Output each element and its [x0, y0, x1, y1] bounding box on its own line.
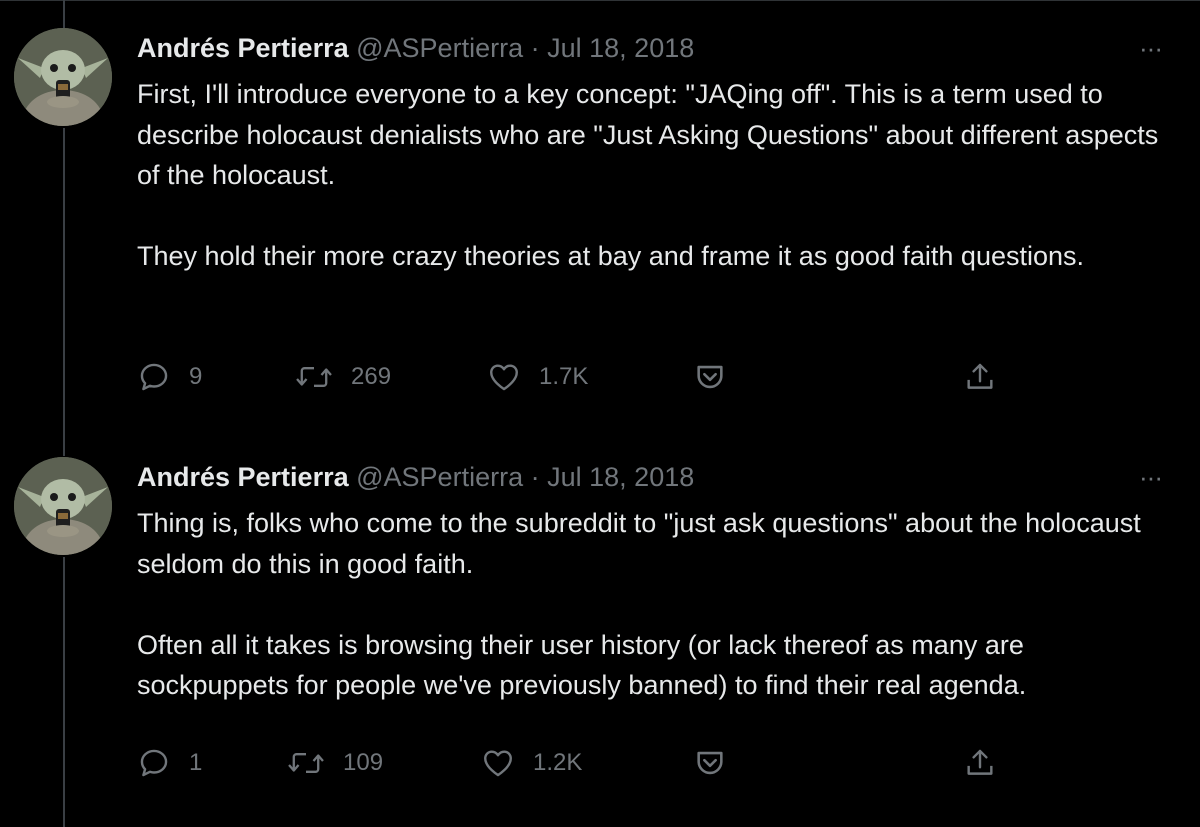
retweet-button[interactable]: 109 — [287, 743, 383, 783]
tweet-paragraph: Often all it takes is browsing their use… — [137, 629, 1027, 701]
header-separator: · — [530, 462, 540, 492]
like-count: 1.7K — [539, 363, 589, 390]
more-options-button[interactable]: ··· — [1139, 28, 1163, 68]
more-options-button[interactable]: ··· — [1139, 457, 1163, 497]
share-button[interactable] — [963, 743, 997, 783]
thread-line-top — [63, 0, 65, 28]
author-name[interactable]: Andrés Pertierra — [137, 462, 349, 492]
tweet-header: Andrés Pertierra @ASPertierra · Jul 18, … — [137, 28, 694, 68]
share-icon — [967, 363, 993, 389]
tweet-actions: 1 109 1.2K — [137, 743, 1177, 783]
tweet[interactable]: Andrés Pertierra @ASPertierra · Jul 18, … — [0, 457, 1200, 827]
retweet-count: 269 — [351, 363, 392, 390]
tweet-header: Andrés Pertierra @ASPertierra · Jul 18, … — [137, 457, 694, 497]
tweet-paragraph: They hold their more crazy theories at b… — [137, 241, 1085, 271]
tweet-date[interactable]: Jul 18, 2018 — [547, 33, 694, 63]
avatar[interactable] — [14, 457, 112, 555]
author-handle[interactable]: @ASPertierra — [356, 462, 523, 492]
pocket-save-icon — [697, 365, 723, 389]
pocket-save-icon — [697, 751, 723, 775]
baby-yoda-avatar-icon — [14, 457, 112, 555]
tweet-text: First, I'll introduce everyone to a key … — [137, 74, 1177, 277]
heart-icon — [484, 750, 512, 777]
like-button[interactable]: 1.2K — [481, 743, 582, 783]
retweet-button[interactable]: 269 — [295, 357, 391, 397]
baby-yoda-avatar-icon — [14, 28, 112, 126]
heart-icon — [490, 364, 518, 391]
author-handle[interactable]: @ASPertierra — [356, 33, 523, 63]
reply-button[interactable]: 1 — [137, 743, 202, 783]
like-count: 1.2K — [533, 749, 583, 776]
reply-count: 9 — [189, 363, 203, 390]
retweet-icon — [296, 367, 332, 387]
save-button[interactable] — [693, 743, 727, 783]
share-button[interactable] — [963, 357, 997, 397]
reply-count: 1 — [189, 749, 203, 776]
tweet-date[interactable]: Jul 18, 2018 — [547, 462, 694, 492]
author-name[interactable]: Andrés Pertierra — [137, 33, 349, 63]
reply-button[interactable]: 9 — [137, 357, 202, 397]
tweet-paragraph: First, I'll introduce everyone to a key … — [137, 79, 1159, 190]
reply-icon — [140, 363, 168, 391]
retweet-icon — [288, 753, 324, 773]
tweet-paragraph: Thing is, folks who come to the subreddi… — [137, 508, 1141, 579]
avatar[interactable] — [14, 28, 112, 126]
share-icon — [967, 749, 993, 775]
tweet-text: Thing is, folks who come to the subreddi… — [137, 503, 1177, 706]
top-divider — [0, 0, 1200, 1]
header-separator: · — [530, 33, 540, 63]
like-button[interactable]: 1.7K — [487, 357, 588, 397]
tweet[interactable]: Andrés Pertierra @ASPertierra · Jul 18, … — [0, 28, 1200, 408]
reply-icon — [140, 749, 168, 777]
save-button[interactable] — [693, 357, 727, 397]
tweet-actions: 9 269 1.7K — [137, 357, 1177, 397]
retweet-count: 109 — [343, 749, 384, 776]
